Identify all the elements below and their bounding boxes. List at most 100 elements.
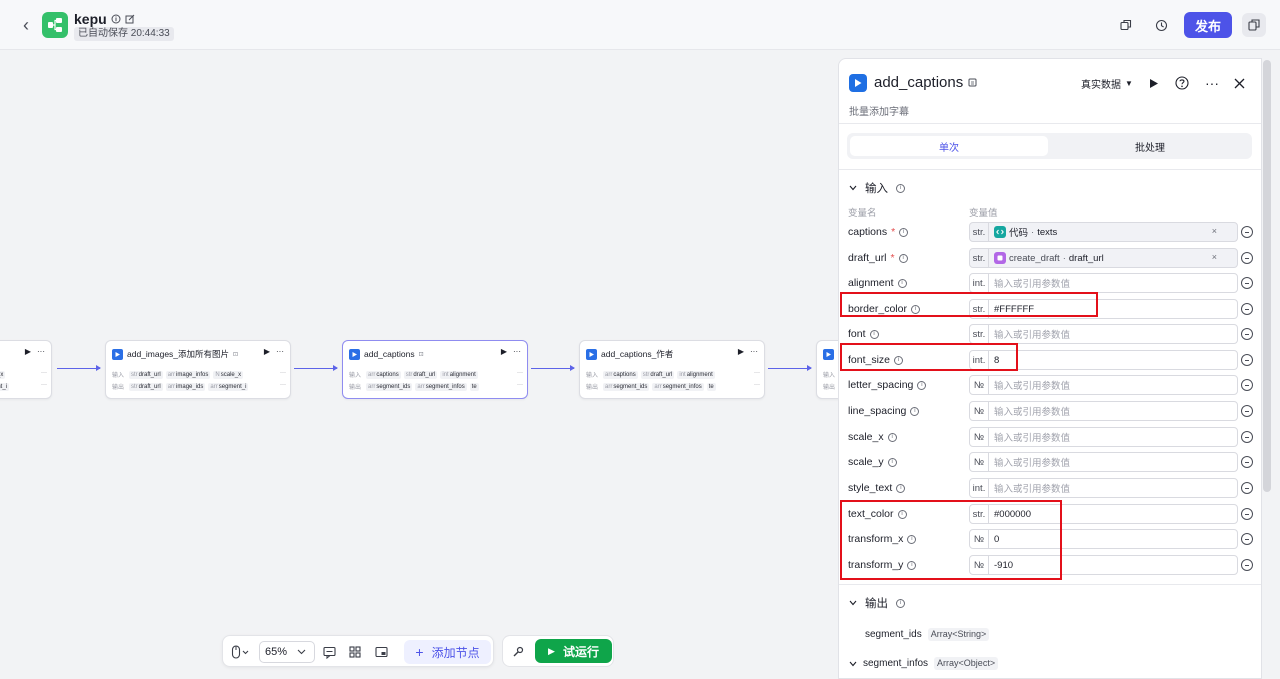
- info-icon[interactable]: i: [896, 183, 905, 193]
- copy-icon[interactable]: [1116, 15, 1136, 35]
- grid-layout-icon[interactable]: [349, 644, 361, 660]
- reference-toggle-icon[interactable]: [1241, 559, 1253, 571]
- info-icon[interactable]: i: [897, 509, 907, 519]
- output-row[interactable]: segment_infos Array<Object>: [849, 657, 999, 670]
- minimap-icon[interactable]: [375, 644, 388, 660]
- reference-toggle-icon[interactable]: [1241, 456, 1253, 468]
- mouse-mode-icon[interactable]: [231, 644, 249, 660]
- clear-icon[interactable]: ×: [1212, 252, 1217, 262]
- data-mode-select[interactable]: 真实数据 ▼: [1081, 74, 1133, 92]
- run-node-icon[interactable]: ▶: [738, 347, 744, 356]
- node-inputs-row: ale_x: [0, 370, 45, 379]
- more-icon[interactable]: ···: [1205, 74, 1219, 92]
- test-run-button[interactable]: ▶ 试运行: [535, 639, 612, 663]
- zoom-select[interactable]: 65%: [259, 641, 315, 663]
- reference-toggle-icon[interactable]: [1241, 252, 1253, 264]
- info-icon[interactable]: i: [869, 329, 879, 339]
- tab-batch[interactable]: 批处理: [1051, 136, 1249, 156]
- info-icon[interactable]: i: [910, 304, 920, 314]
- wrench-icon[interactable]: [512, 644, 524, 660]
- workflow-node[interactable]: ▶ ··· ale_x ··· ment_i ···: [0, 340, 52, 399]
- node-type-icon: [112, 348, 123, 360]
- more-icon[interactable]: ···: [750, 347, 758, 356]
- workflow-canvas[interactable]: ▶ ··· ale_x ··· ment_i ··· add_images_添加…: [0, 51, 856, 679]
- info-icon[interactable]: i: [907, 534, 917, 544]
- info-icon[interactable]: i: [897, 278, 907, 288]
- node-outputs-row: 输出 strdraft_url arrimage_ids arrsegment_…: [112, 382, 284, 391]
- info-icon[interactable]: i: [910, 406, 920, 416]
- param-value: #000000: [994, 508, 1031, 520]
- reference-toggle-icon[interactable]: [1241, 482, 1253, 494]
- reference-toggle-icon[interactable]: [1241, 431, 1253, 443]
- output-chip: arrsegment_i: [208, 382, 249, 391]
- input-chip: arrcaptions: [603, 370, 638, 379]
- param-value-field[interactable]: str. 输入或引用参数值: [969, 324, 1238, 344]
- reference-toggle-icon[interactable]: [1241, 226, 1253, 238]
- run-node-icon[interactable]: [1149, 74, 1159, 92]
- reference-toggle-icon[interactable]: [1241, 508, 1253, 520]
- info-icon[interactable]: i: [896, 598, 905, 608]
- more-icon: ···: [280, 370, 286, 376]
- more-icon: ···: [754, 370, 760, 376]
- publish-button[interactable]: 发布: [1184, 12, 1232, 38]
- param-value-field[interactable]: str. 代码 · texts ×: [969, 222, 1238, 242]
- workflow-node-add-captions[interactable]: add_captions ⊡ ▶ ··· 输入 arrcaptions strd…: [342, 340, 528, 399]
- more-icon[interactable]: ···: [276, 347, 284, 356]
- more-icon[interactable]: ···: [37, 347, 45, 356]
- more-windows-icon[interactable]: [1242, 13, 1266, 37]
- add-node-button[interactable]: + 添加节点: [404, 640, 491, 664]
- param-value-field[interactable]: № 输入或引用参数值: [969, 401, 1238, 421]
- reference-toggle-icon[interactable]: [1241, 277, 1253, 289]
- reference-toggle-icon[interactable]: [1241, 533, 1253, 545]
- info-icon[interactable]: [111, 14, 121, 24]
- info-icon[interactable]: i: [887, 432, 897, 442]
- info-icon[interactable]: i: [917, 380, 927, 390]
- comment-icon[interactable]: [323, 644, 336, 660]
- param-row-transform-x: transform_x i № 0: [839, 529, 1261, 549]
- param-value-field[interactable]: str. #FFFFFF: [969, 299, 1238, 319]
- run-node-icon[interactable]: ▶: [501, 347, 507, 356]
- history-icon[interactable]: [1151, 15, 1171, 35]
- param-value-field[interactable]: int. 8: [969, 350, 1238, 370]
- run-node-icon[interactable]: ▶: [264, 347, 270, 356]
- chevron-down-icon: [849, 661, 857, 666]
- workflow-logo-icon: [48, 18, 62, 32]
- param-value-field[interactable]: int. 输入或引用参数值: [969, 273, 1238, 293]
- outputs-label: 输出: [823, 385, 836, 391]
- info-icon[interactable]: i: [898, 253, 908, 263]
- input-chip: arrimage_infos: [165, 370, 211, 379]
- more-icon[interactable]: ···: [513, 347, 521, 356]
- back-arrow-icon[interactable]: ‹: [16, 15, 36, 35]
- param-value-field[interactable]: № 0: [969, 529, 1238, 549]
- param-value-field[interactable]: № -910: [969, 555, 1238, 575]
- reference-toggle-icon[interactable]: [1241, 405, 1253, 417]
- reference-toggle-icon[interactable]: [1241, 354, 1253, 366]
- help-icon[interactable]: [1175, 74, 1189, 92]
- param-value-field[interactable]: № 输入或引用参数值: [969, 375, 1238, 395]
- workflow-node-add-captions-author[interactable]: add_captions_作者 ▶ ··· 输入 arrcaptions str…: [579, 340, 765, 399]
- param-value-field[interactable]: str. #000000: [969, 504, 1238, 524]
- param-value-field[interactable]: int. 输入或引用参数值: [969, 478, 1238, 498]
- info-icon[interactable]: i: [887, 457, 897, 467]
- tab-single[interactable]: 单次: [850, 136, 1048, 156]
- close-icon[interactable]: [1234, 74, 1245, 92]
- run-node-icon[interactable]: ▶: [25, 347, 31, 356]
- edit-icon[interactable]: [125, 14, 135, 24]
- reference-toggle-icon[interactable]: [1241, 328, 1253, 340]
- reference-toggle-icon[interactable]: [1241, 303, 1253, 315]
- param-value-field[interactable]: № 输入或引用参数值: [969, 427, 1238, 447]
- reference-toggle-icon[interactable]: [1241, 379, 1253, 391]
- panel-scrollbar[interactable]: [1263, 60, 1271, 492]
- info-icon[interactable]: i: [907, 560, 917, 570]
- input-section-header[interactable]: 输入 i: [849, 180, 905, 196]
- clear-icon[interactable]: ×: [1212, 226, 1217, 236]
- info-icon[interactable]: i: [899, 227, 909, 237]
- workflow-node-add-images[interactable]: add_images_添加所有图片 ⊡ ▶ ··· 输入 strdraft_ur…: [105, 340, 291, 399]
- param-value-field[interactable]: str. create_draft · draft_url ×: [969, 248, 1238, 268]
- output-row: segment_ids Array<String>: [865, 628, 990, 641]
- divider: [839, 123, 1261, 124]
- param-value-field[interactable]: № 输入或引用参数值: [969, 452, 1238, 472]
- output-section-header[interactable]: 输出 i: [849, 595, 905, 611]
- info-icon[interactable]: i: [896, 483, 906, 493]
- info-icon[interactable]: i: [894, 355, 904, 365]
